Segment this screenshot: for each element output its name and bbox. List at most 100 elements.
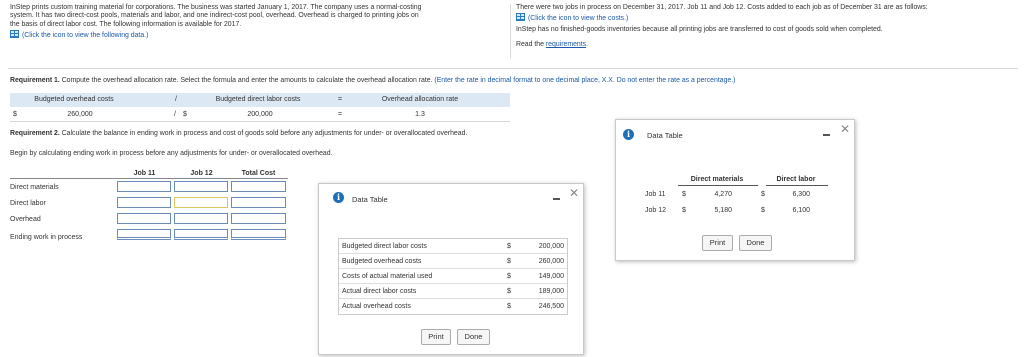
row-value: 149,000 [538,273,564,280]
close-icon[interactable]: ✕ [840,123,850,135]
req2-label: Requirement 2. [10,130,60,137]
col-direct-labor: Direct labor [776,176,816,183]
row-label: Budgeted overhead costs [342,258,422,265]
req1-text: Compute the overhead allocation rate. Se… [59,77,435,84]
input-materials-job11[interactable] [117,181,171,192]
print-button[interactable]: Print [421,329,451,345]
intro-text: InStep prints custom training material f… [10,4,510,41]
input-overhead-total[interactable] [231,213,286,224]
req1-value-2[interactable]: 200,000 [205,111,315,118]
input-labor-total[interactable] [231,197,286,208]
col-total: Total Cost [241,170,276,177]
table-row: Costs of actual material used $ 149,000 [339,269,567,284]
req1-label: Requirement 1. [10,77,60,84]
minimize-icon[interactable] [553,198,560,200]
row-dollar: $ [507,258,511,265]
close-icon[interactable]: ✕ [569,187,579,199]
row-label: Actual direct labor costs [342,288,417,295]
labor-value: 6,100 [792,207,810,214]
dollar-sign: $ [682,191,686,198]
input-overhead-job12[interactable] [174,213,228,224]
req1-dollar-2: $ [183,111,187,118]
intro-line-1: InStep prints custom training material f… [10,4,422,11]
read-requirements: Read the requirements. [516,41,1021,49]
minimize-icon[interactable] [823,134,830,136]
input-wip-job11[interactable] [117,229,171,240]
data-table-icon[interactable] [10,30,19,39]
row-value: 200,000 [538,243,564,250]
dialog-title: Data Table [352,195,388,204]
intro-link-text[interactable]: (Click the icon to view the following da… [22,32,148,39]
data-table-dialog-jobs: i Data Table ✕ Direct materials Direct l… [615,119,855,261]
done-button[interactable]: Done [457,329,490,345]
req1-header-2: Budgeted direct labor costs [215,96,301,103]
col-underline-1 [678,185,758,186]
row-dollar: $ [507,288,511,295]
req2-sub: Begin by calculating ending work in proc… [10,150,333,157]
row-label: Actual overhead costs [342,303,411,310]
print-button[interactable]: Print [702,235,733,251]
row-label-materials: Direct materials [10,184,59,191]
dollar-sign: $ [761,207,765,214]
col-underline-2 [766,185,828,186]
requirements-link[interactable]: requirements [546,41,586,48]
req1-header-3: Overhead allocation rate [381,96,459,103]
materials-value: 4,270 [714,191,732,198]
table-row: Actual direct labor costs $ 189,000 [339,284,567,299]
job-label: Job 12 [645,207,667,214]
input-materials-total[interactable] [231,181,286,192]
input-labor-job12[interactable] [174,197,228,208]
req1-header-op2: = [337,96,343,103]
row-value: 189,000 [538,288,564,295]
req1-row-line [10,121,510,122]
row-dollar: $ [507,273,511,280]
data-table-dialog-budget: i Data Table ✕ Budgeted direct labor cos… [318,183,584,355]
dollar-sign: $ [682,207,686,214]
req2-prompt: Requirement 2. Calculate the balance in … [10,130,610,137]
intro-right-line-1: There were two jobs in process on Decemb… [516,4,928,11]
row-dollar: $ [507,243,511,250]
req1-value-1[interactable]: 260,000 [30,111,130,118]
req1-op4: = [337,111,343,118]
info-icon: i [333,192,344,203]
req1-value-3[interactable]: 1.3 [370,111,470,118]
input-wip-total[interactable] [231,229,286,240]
req1-header-1: Budgeted overhead costs [34,96,114,103]
dollar-sign: $ [761,191,765,198]
req1-dollar-1: $ [13,111,17,118]
table-row: Actual overhead costs $ 246,500 [339,299,567,314]
req1-prompt: Requirement 1. Compute the overhead allo… [10,77,1015,84]
row-label: Budgeted direct labor costs [342,243,427,250]
row-value: 260,000 [538,258,564,265]
input-materials-job12[interactable] [174,181,228,192]
req1-op3: / [174,111,176,118]
input-labor-job11[interactable] [117,197,171,208]
intro-data-link[interactable]: (Click the icon to view the following da… [10,30,510,40]
req2-header-line [10,178,288,179]
row-label-labor: Direct labor [10,200,46,207]
divider-vertical [510,4,511,58]
costs-link-text[interactable]: (Click the icon to view the costs.) [528,15,628,22]
row-label-ending-wip: Ending work in process [10,234,83,241]
req1-header-op1: / [175,96,177,103]
table-row: Budgeted overhead costs $ 260,000 [339,254,567,269]
intro-line-2: system. It has two direct-cost pools, ma… [10,12,419,20]
data-table-icon[interactable] [516,13,525,22]
read-prefix: Read the [516,41,546,49]
input-wip-job12[interactable] [174,229,228,240]
table-row: Budgeted direct labor costs $ 200,000 [339,239,567,254]
budget-table: Budgeted direct labor costs $ 200,000 Bu… [338,238,568,315]
intro-line-3: the basis of direct labor cost. The foll… [10,20,242,28]
intro-right-text: There were two jobs in process on Decemb… [516,4,1021,50]
divider-horizontal [8,68,1018,69]
req2-text: Calculate the balance in ending work in … [59,130,468,137]
labor-value: 6,300 [792,191,810,198]
row-label-overhead: Overhead [10,216,41,223]
col-job12: Job 12 [190,170,213,177]
info-icon: i [623,129,634,140]
row-label: Costs of actual material used [342,273,433,280]
done-button[interactable]: Done [739,235,772,251]
costs-link[interactable]: (Click the icon to view the costs.) [516,13,1021,23]
row-value: 246,500 [538,303,564,310]
input-overhead-job11[interactable] [117,213,171,224]
